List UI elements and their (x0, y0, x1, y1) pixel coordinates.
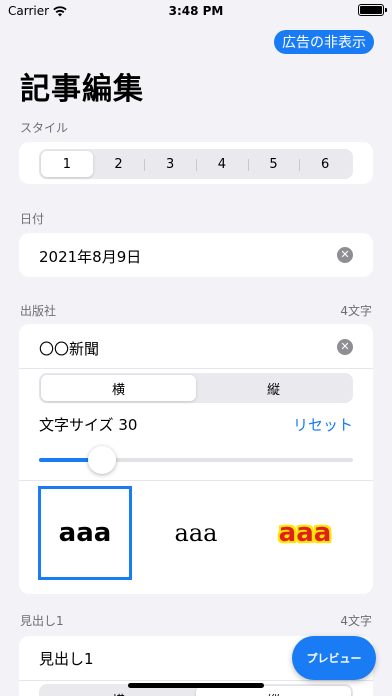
page-title: 記事編集 (20, 72, 144, 107)
publisher-char-count: 4文字 (340, 304, 372, 318)
clear-icon[interactable]: ✕ (337, 339, 353, 355)
publisher-field[interactable]: 〇〇新聞 (39, 338, 99, 359)
divider (19, 680, 373, 681)
font-sample-gothic: aaa (58, 518, 112, 548)
font-size-label: 文字サイズ 30 (39, 416, 138, 434)
date-card: 2021年8月9日 ✕ (19, 233, 373, 277)
date-section-label: 日付 (20, 212, 45, 226)
font-option-pop[interactable]: aaa (258, 486, 352, 580)
font-size-slider[interactable] (39, 446, 353, 474)
slider-thumb[interactable] (87, 446, 116, 474)
font-sample-serif: aaa (174, 519, 218, 547)
style-option-6[interactable]: 6 (299, 151, 351, 177)
style-section-label: スタイル (20, 121, 69, 135)
style-segmented-control: 1 2 3 4 5 6 (39, 149, 353, 179)
reset-button[interactable]: リセット (293, 414, 353, 435)
divider (19, 480, 373, 481)
publisher-section-label: 出版社 (20, 304, 57, 318)
hide-ads-button[interactable]: 広告の非表示 (274, 30, 374, 54)
heading-section-label: 見出し1 (20, 614, 64, 628)
style-card: 1 2 3 4 5 6 (19, 142, 373, 184)
status-time: 3:48 PM (168, 4, 224, 18)
heading-char-count: 4文字 (340, 614, 372, 628)
style-option-1[interactable]: 1 (41, 151, 93, 177)
style-option-2[interactable]: 2 (93, 151, 145, 177)
clear-icon[interactable]: ✕ (337, 247, 353, 263)
style-option-4[interactable]: 4 (196, 151, 248, 177)
heading-field[interactable]: 見出し1 (39, 648, 94, 669)
orientation-vertical[interactable]: 縦 (196, 375, 351, 401)
status-bar: Carrier 3:48 PM (0, 0, 392, 22)
font-option-serif[interactable]: aaa (149, 486, 243, 580)
preview-button[interactable]: プレビュー (292, 636, 376, 680)
battery-icon (358, 4, 387, 16)
home-indicator (128, 683, 264, 688)
style-option-3[interactable]: 3 (144, 151, 196, 177)
divider (19, 368, 373, 369)
font-sample-pop: aaa (278, 518, 332, 548)
style-option-5[interactable]: 5 (247, 151, 300, 177)
publisher-orientation-control: 横 縦 (39, 373, 353, 403)
date-field[interactable]: 2021年8月9日 (39, 246, 141, 267)
font-option-gothic[interactable]: aaa (38, 486, 132, 580)
orientation-horizontal[interactable]: 横 (41, 375, 196, 401)
publisher-card: 〇〇新聞 ✕ 横 縦 文字サイズ 30 リセット aaa aaa aaa (19, 324, 373, 594)
